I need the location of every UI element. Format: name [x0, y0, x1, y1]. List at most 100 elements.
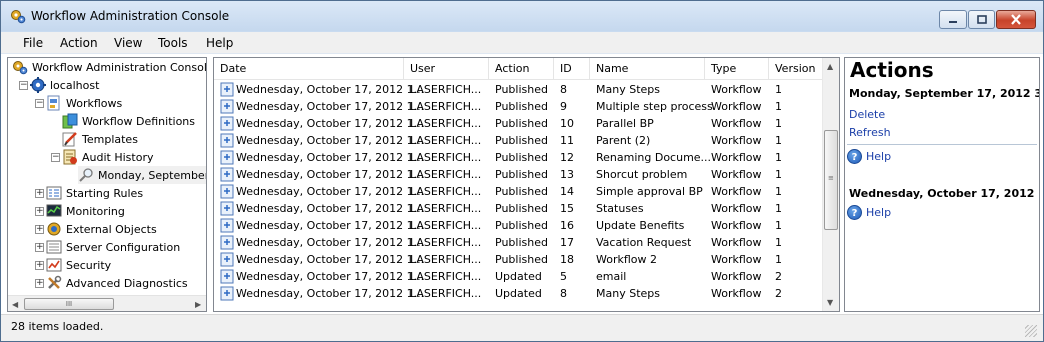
tree-item-audit-date[interactable]: Monday, September 17, 2012 3:5	[78, 166, 206, 184]
scroll-right-icon[interactable]: ▶	[195, 300, 201, 309]
table-row[interactable]: Wednesday, October 17, 2012 1... LASERFIC…	[214, 98, 822, 115]
table-row[interactable]: Wednesday, October 17, 2012 1... LASERFIC…	[214, 183, 822, 200]
menu-file[interactable]: File	[23, 36, 43, 50]
cell-action: Published	[495, 134, 548, 147]
audit-entry-icon	[220, 218, 234, 233]
menu-action[interactable]: Action	[60, 36, 98, 50]
table-row[interactable]: Wednesday, October 17, 2012 1... LASERFIC…	[214, 268, 822, 285]
expand-starting-rules-toggle[interactable]: +	[35, 189, 44, 198]
column-header-name[interactable]: Name	[590, 58, 705, 80]
refresh-action-link[interactable]: Refresh	[849, 126, 891, 139]
column-header-action[interactable]: Action	[489, 58, 554, 80]
cell-date: Wednesday, October 17, 2012 1...	[236, 219, 425, 232]
cell-name: Many Steps	[596, 287, 660, 300]
help-action-link[interactable]: ? Help	[847, 148, 891, 164]
tree-item-workflows[interactable]: Workflows	[46, 94, 122, 112]
cell-id: 13	[560, 168, 574, 181]
help-icon: ?	[847, 148, 862, 164]
actions-section-audit-date[interactable]: Monday, September 17, 2012 3:5	[845, 84, 1039, 104]
minimize-button[interactable]	[939, 10, 967, 29]
tree-item-templates[interactable]: Templates	[62, 130, 138, 148]
title-bar[interactable]: Workflow Administration Console	[1, 1, 1043, 31]
close-icon	[1011, 14, 1021, 25]
external-objects-icon	[47, 222, 61, 236]
minimize-icon	[949, 20, 957, 23]
list-scroll-thumb[interactable]: ≡	[824, 130, 838, 230]
list-vertical-scrollbar[interactable]: ▲ ≡ ▼	[822, 58, 839, 311]
cell-type: Workflow	[711, 117, 762, 130]
help-action-link-2[interactable]: ? Help	[847, 204, 891, 220]
menu-view[interactable]: View	[114, 36, 142, 50]
tree-item-external-objects[interactable]: External Objects	[46, 220, 157, 238]
table-row[interactable]: Wednesday, October 17, 2012 1... LASERFIC…	[214, 132, 822, 149]
cell-name: Simple approval BP	[596, 185, 703, 198]
cell-user: LASERFICH...	[410, 287, 482, 300]
table-row[interactable]: Wednesday, October 17, 2012 1... LASERFIC…	[214, 200, 822, 217]
status-text: 28 items loaded.	[11, 320, 104, 333]
expand-server-configuration-toggle[interactable]: +	[35, 243, 44, 252]
list-header: Date User Action ID Name Type Version	[214, 58, 822, 80]
scroll-up-icon[interactable]: ▲	[827, 62, 833, 71]
cell-user: LASERFICH...	[410, 236, 482, 249]
tree-item-workflow-definitions[interactable]: Workflow Definitions	[62, 112, 195, 130]
column-header-date[interactable]: Date	[214, 58, 404, 80]
column-header-id[interactable]: ID	[554, 58, 590, 80]
table-row[interactable]: Wednesday, October 17, 2012 1... LASERFIC…	[214, 285, 822, 302]
expand-external-objects-toggle[interactable]: +	[35, 225, 44, 234]
help-icon: ?	[847, 204, 862, 220]
cell-user: LASERFICH...	[410, 168, 482, 181]
audit-entry-icon	[220, 184, 234, 199]
tree-horizontal-scrollbar[interactable]: ◀ III ▶	[8, 295, 206, 311]
close-button[interactable]	[996, 10, 1036, 29]
server-gear-icon	[30, 77, 46, 93]
table-row[interactable]: Wednesday, October 17, 2012 1... LASERFIC…	[214, 115, 822, 132]
collapse-audit-history-toggle[interactable]: −	[51, 153, 60, 162]
cell-name: Multiple step process	[596, 100, 713, 113]
workflows-icon	[47, 95, 60, 111]
cell-date: Wednesday, October 17, 2012 1...	[236, 253, 425, 266]
delete-action-link[interactable]: Delete	[849, 108, 885, 121]
table-row[interactable]: Wednesday, October 17, 2012 1... LASERFIC…	[214, 234, 822, 251]
tree-item-security[interactable]: Security	[46, 256, 111, 274]
tree-scroll-thumb[interactable]: III	[24, 298, 114, 310]
tree-item-audit-history[interactable]: Audit History	[62, 148, 153, 166]
tree-item-starting-rules[interactable]: Starting Rules	[46, 184, 143, 202]
cell-date: Wednesday, October 17, 2012 1...	[236, 134, 425, 147]
cell-user: LASERFICH...	[410, 219, 482, 232]
tree-item-server-configuration[interactable]: Server Configuration	[46, 238, 180, 256]
tree-item-advanced-diagnostics[interactable]: Advanced Diagnostics	[46, 274, 188, 292]
menu-tools[interactable]: Tools	[158, 36, 188, 50]
scroll-left-icon[interactable]: ◀	[12, 300, 18, 309]
starting-rules-icon	[46, 186, 62, 200]
column-header-type[interactable]: Type	[705, 58, 769, 80]
scroll-down-icon[interactable]: ▼	[827, 298, 833, 307]
maximize-button[interactable]	[968, 10, 995, 29]
tree-label-workflows: Workflows	[66, 96, 123, 110]
scroll-grip-icon: ≡	[828, 174, 834, 182]
table-row[interactable]: Wednesday, October 17, 2012 1... LASERFIC…	[214, 81, 822, 98]
cell-type: Workflow	[711, 100, 762, 113]
menu-help[interactable]: Help	[206, 36, 233, 50]
expand-monitoring-toggle[interactable]: +	[35, 207, 44, 216]
tree-item-root[interactable]: Workflow Administration Console	[12, 58, 206, 76]
table-row[interactable]: Wednesday, October 17, 2012 1... LASERFIC…	[214, 149, 822, 166]
audit-entry-icon	[220, 269, 234, 284]
expand-advanced-diagnostics-toggle[interactable]: +	[35, 279, 44, 288]
tree-item-monitoring[interactable]: Monitoring	[46, 202, 125, 220]
actions-section-selected-row[interactable]: Wednesday, October 17, 2012 12	[845, 184, 1039, 204]
table-row[interactable]: Wednesday, October 17, 2012 1... LASERFIC…	[214, 217, 822, 234]
table-row[interactable]: Wednesday, October 17, 2012 1... LASERFIC…	[214, 251, 822, 268]
cell-date: Wednesday, October 17, 2012 1...	[236, 185, 425, 198]
tree-item-localhost[interactable]: localhost	[30, 76, 99, 94]
app-window: Workflow Administration Console File Act…	[0, 0, 1044, 342]
collapse-workflows-toggle[interactable]: −	[35, 99, 44, 108]
audit-entry-icon	[220, 286, 234, 301]
column-header-version[interactable]: Version	[769, 58, 822, 80]
resize-grip-icon[interactable]	[1025, 325, 1037, 337]
column-header-user[interactable]: User	[404, 58, 489, 80]
cell-id: 12	[560, 151, 574, 164]
collapse-localhost-toggle[interactable]: −	[19, 81, 28, 90]
table-row[interactable]: Wednesday, October 17, 2012 1... LASERFIC…	[214, 166, 822, 183]
expand-security-toggle[interactable]: +	[35, 261, 44, 270]
cell-user: LASERFICH...	[410, 253, 482, 266]
